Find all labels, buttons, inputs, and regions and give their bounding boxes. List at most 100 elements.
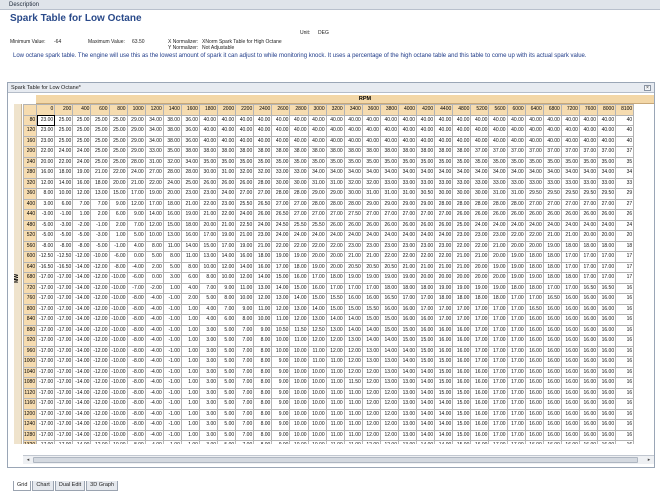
grid-cell[interactable]: 4.00 bbox=[198, 314, 219, 326]
grid-cell[interactable]: 1.00 bbox=[180, 377, 200, 389]
grid-cell[interactable]: 10.00 bbox=[307, 377, 327, 389]
grid-cell[interactable]: -5.00 bbox=[36, 219, 56, 231]
grid-cell[interactable]: 29.00 bbox=[126, 135, 146, 147]
grid-cell[interactable]: 40.00 bbox=[470, 114, 490, 126]
grid-cell[interactable]: 17.00 bbox=[506, 345, 526, 357]
grid-cell[interactable]: -17.00 bbox=[54, 366, 74, 378]
grid-cell[interactable]: 16.00 bbox=[542, 345, 562, 357]
grid-cell[interactable]: 17.00 bbox=[452, 303, 472, 315]
grid-cell[interactable]: 14.00 bbox=[416, 366, 436, 378]
grid-cell[interactable]: 7.00 bbox=[235, 429, 255, 441]
grid-cell[interactable]: 30.00 bbox=[271, 177, 291, 189]
grid-cell[interactable]: -10.00 bbox=[108, 440, 128, 444]
grid-cell[interactable]: 8.00 bbox=[253, 366, 273, 378]
grid-cell[interactable]: 9.00 bbox=[217, 282, 237, 294]
grid-cell[interactable]: 16.00 bbox=[597, 314, 617, 326]
grid-cell[interactable]: 16.00 bbox=[452, 345, 472, 357]
grid-cell[interactable]: 17.00 bbox=[488, 408, 508, 420]
grid-cell[interactable]: 12.00 bbox=[361, 429, 381, 441]
column-header[interactable]: 4200 bbox=[416, 104, 436, 116]
grid-cell[interactable]: 22.00 bbox=[379, 251, 400, 263]
grid-cell[interactable]: 17.00 bbox=[361, 282, 381, 294]
grid-cell[interactable]: 22.00 bbox=[144, 177, 164, 189]
grid-cell[interactable]: 31.00 bbox=[361, 188, 381, 200]
grid-cell[interactable]: 29.50 bbox=[578, 188, 599, 200]
grid-cell[interactable]: 17.00 bbox=[470, 314, 490, 326]
grid-cell[interactable]: 18.00 bbox=[542, 272, 562, 284]
grid-cell[interactable]: 16.00 bbox=[470, 366, 490, 378]
column-header[interactable]: 7600 bbox=[578, 104, 599, 116]
grid-cell[interactable]: 40.00 bbox=[253, 135, 273, 147]
grid-cell[interactable]: -17.00 bbox=[36, 398, 56, 410]
grid-cell[interactable]: -17.00 bbox=[54, 335, 74, 347]
grid-cell[interactable]: -8.00 bbox=[126, 335, 146, 347]
scroll-left-icon[interactable]: ◂ bbox=[24, 457, 32, 464]
grid-cell[interactable]: 11.00 bbox=[271, 314, 291, 326]
grid-cell[interactable]: 11.00 bbox=[325, 440, 345, 444]
grid-cell[interactable]: -7.00 bbox=[126, 282, 146, 294]
grid-cell[interactable]: 16.00 bbox=[361, 293, 381, 305]
grid-cell[interactable]: -12.00 bbox=[90, 272, 110, 284]
grid-cell[interactable]: 5.00 bbox=[217, 398, 237, 410]
grid-cell[interactable]: -17.00 bbox=[36, 429, 56, 441]
grid-cell[interactable]: 40.00 bbox=[217, 125, 237, 137]
grid-cell[interactable]: 22.00 bbox=[434, 251, 454, 263]
grid-cell[interactable]: 17.00 bbox=[271, 261, 291, 273]
grid-cell[interactable]: 16.00 bbox=[578, 429, 599, 441]
grid-cell[interactable]: 40.00 bbox=[325, 125, 345, 137]
grid-cell[interactable]: 16.00 bbox=[597, 429, 617, 441]
grid-cell[interactable]: 40.00 bbox=[488, 114, 508, 126]
grid-cell[interactable]: 26.50 bbox=[271, 209, 291, 221]
grid-cell[interactable]: 24.00 bbox=[597, 219, 617, 231]
row-header[interactable]: 280 bbox=[23, 167, 38, 179]
grid-cell[interactable]: 40.00 bbox=[235, 125, 255, 137]
grid-cell[interactable]: 34.00 bbox=[180, 156, 200, 168]
grid-cell[interactable]: -3.00 bbox=[36, 209, 56, 221]
grid-cell[interactable]: 13.00 bbox=[289, 303, 309, 315]
grid-cell[interactable]: 12.00 bbox=[379, 419, 400, 431]
grid-cell[interactable]: 20.00 bbox=[470, 272, 490, 284]
grid-cell[interactable]: 16.00 bbox=[597, 345, 617, 357]
grid-cell[interactable]: 14.00 bbox=[416, 398, 436, 410]
grid-cell[interactable]: 2.00 bbox=[108, 219, 128, 231]
grid-cell[interactable]: 23.00 bbox=[416, 240, 436, 252]
grid-cell[interactable]: 13.00 bbox=[325, 324, 345, 336]
grid-cell[interactable]: 16.00 bbox=[397, 303, 418, 315]
grid-cell[interactable]: 9.00 bbox=[271, 408, 291, 420]
grid-cell[interactable]: 10.00 bbox=[307, 398, 327, 410]
column-header[interactable]: 2400 bbox=[253, 104, 273, 116]
grid-cell[interactable]: 38.00 bbox=[198, 146, 219, 158]
scroll-right-icon[interactable]: ▸ bbox=[645, 457, 653, 464]
grid-cell[interactable]: 14.00 bbox=[271, 282, 291, 294]
grid-cell[interactable]: 16.00 bbox=[578, 419, 599, 431]
grid-cell[interactable]: 9.00 bbox=[271, 429, 291, 441]
grid-cell[interactable]: 15.00 bbox=[452, 398, 472, 410]
grid-cell[interactable]: -4.00 bbox=[126, 261, 146, 273]
grid-cell[interactable]: 33.00 bbox=[452, 177, 472, 189]
grid-cell[interactable]: 8.00 bbox=[180, 261, 200, 273]
grid-cell[interactable]: 24.00 bbox=[253, 219, 273, 231]
grid-cell[interactable]: 3.00 bbox=[198, 324, 219, 336]
row-header[interactable]: 1120 bbox=[23, 387, 38, 399]
grid-cell[interactable]: 12.00 bbox=[325, 345, 345, 357]
grid-cell[interactable]: 16.00 bbox=[524, 356, 544, 368]
grid-cell[interactable]: 20.50 bbox=[361, 261, 381, 273]
grid-cell[interactable]: 21.00 bbox=[217, 219, 237, 231]
grid-cell[interactable]: 28.00 bbox=[488, 198, 508, 210]
grid-cell[interactable]: 8.00 bbox=[198, 272, 219, 284]
grid-cell[interactable]: 17.00 bbox=[506, 408, 526, 420]
grid-cell[interactable]: 40.00 bbox=[289, 135, 309, 147]
column-header[interactable]: 2200 bbox=[235, 104, 255, 116]
column-header[interactable]: 600 bbox=[90, 104, 110, 116]
grid-cell[interactable]: -1.00 bbox=[162, 387, 182, 399]
row-header[interactable]: 960 bbox=[23, 345, 38, 357]
column-header[interactable]: 5200 bbox=[470, 104, 490, 116]
grid-cell[interactable]: 16.00 bbox=[578, 356, 599, 368]
row-header[interactable]: 1280 bbox=[23, 429, 38, 441]
grid-cell[interactable]: 16.00 bbox=[560, 324, 580, 336]
grid-cell[interactable]: 16.00 bbox=[597, 440, 617, 444]
grid-cell[interactable]: 35.00 bbox=[397, 156, 418, 168]
grid-cell[interactable]: 16.00 bbox=[180, 230, 200, 242]
grid-cell[interactable]: 26.00 bbox=[560, 209, 580, 221]
grid-cell[interactable]: 28.00 bbox=[325, 198, 345, 210]
